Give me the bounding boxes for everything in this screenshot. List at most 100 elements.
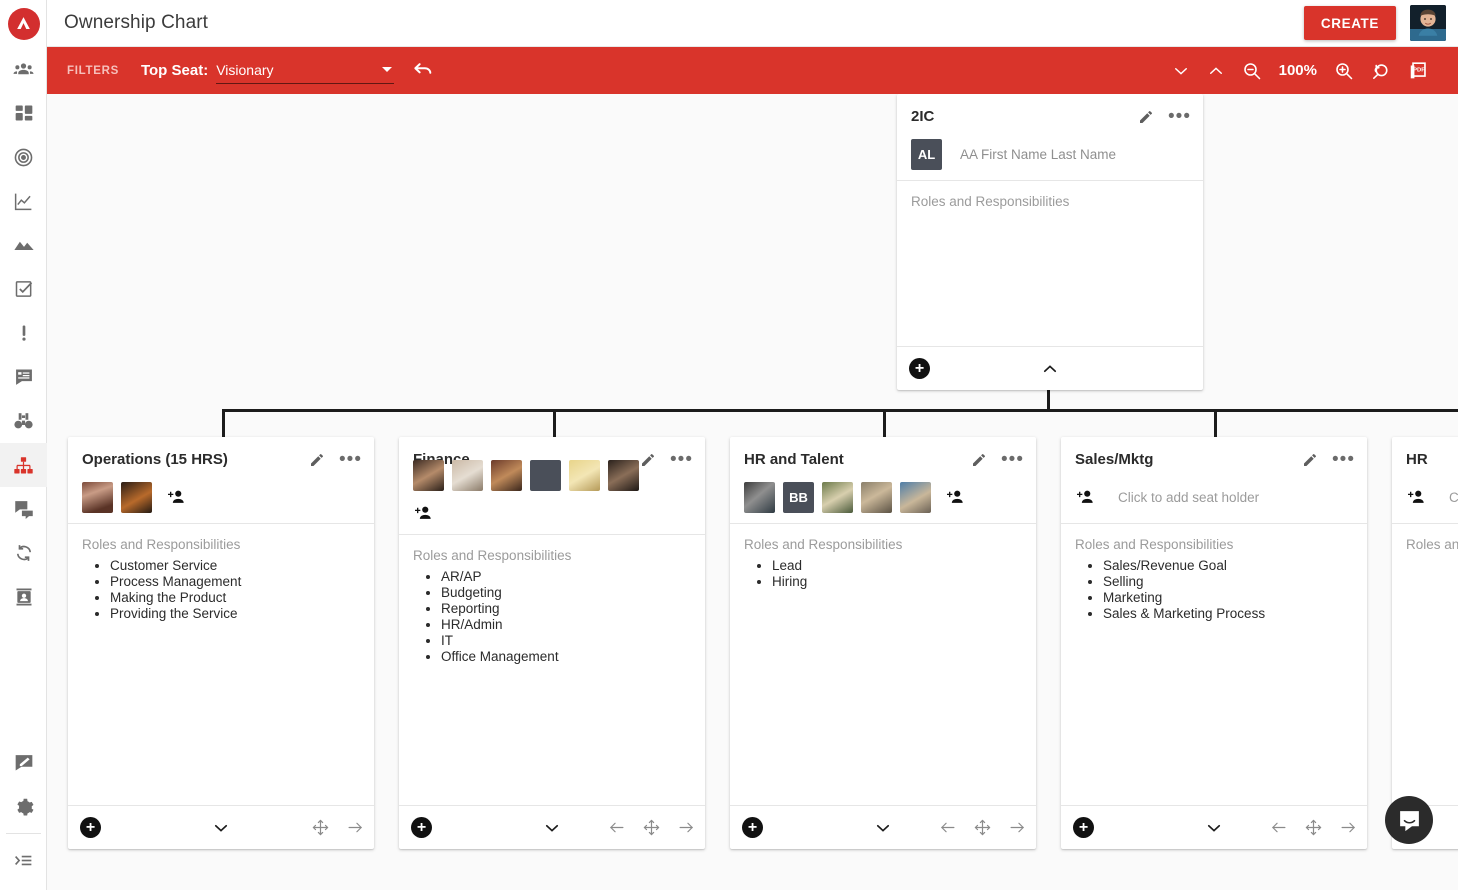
sidebar-item-rocks-target[interactable]: [0, 135, 47, 179]
avatar[interactable]: AL: [911, 139, 942, 170]
app-logo[interactable]: [0, 0, 47, 47]
sidebar-item-meetings[interactable]: [0, 355, 47, 399]
sidebar-item-conversations[interactable]: [0, 487, 47, 531]
zoom-in-icon[interactable]: [1334, 61, 1354, 81]
more-options-icon[interactable]: •••: [339, 455, 362, 465]
sidebar-item-vto-binoculars[interactable]: [0, 399, 47, 443]
arrow-left-icon[interactable]: [608, 819, 625, 836]
add-seat-icon[interactable]: +: [411, 817, 432, 838]
pencil-icon[interactable]: [309, 452, 325, 468]
svg-text:PDF: PDF: [1413, 67, 1425, 73]
sidebar-item-people-group[interactable]: [0, 47, 47, 91]
chevron-down-icon[interactable]: [212, 819, 230, 837]
sidebar-item-sync[interactable]: [0, 531, 47, 575]
sidebar-item-issues[interactable]: [0, 311, 47, 355]
chevron-down-icon[interactable]: [1205, 819, 1223, 837]
card-seat-holders[interactable]: C: [1392, 482, 1458, 524]
pdf-icon[interactable]: PDF: [1408, 60, 1430, 82]
add-seat-icon[interactable]: +: [909, 358, 930, 379]
zoom-out-icon[interactable]: [1242, 61, 1262, 81]
add-person-icon[interactable]: [1406, 487, 1427, 508]
arrow-right-icon[interactable]: [1340, 819, 1357, 836]
sidebar-item-directory[interactable]: [0, 575, 47, 619]
add-person-icon[interactable]: [166, 487, 187, 508]
arrow-right-icon[interactable]: [347, 819, 364, 836]
avatar[interactable]: [530, 460, 561, 491]
sidebar-item-todos[interactable]: [0, 267, 47, 311]
seat-placeholder[interactable]: Click to add seat holder: [1118, 490, 1259, 505]
pencil-icon[interactable]: [1138, 109, 1154, 125]
move-icon[interactable]: [643, 819, 660, 836]
avatar[interactable]: [413, 460, 444, 491]
sidebar-item-feedback[interactable]: [0, 741, 47, 785]
card-seat-holders[interactable]: BB: [730, 482, 1036, 524]
org-card[interactable]: Sales/Mktg ••• Click to add seat holder …: [1061, 437, 1367, 849]
add-seat-icon[interactable]: +: [742, 817, 763, 838]
sidebar-item-settings[interactable]: [0, 785, 47, 829]
avatar[interactable]: [569, 460, 600, 491]
card-seat-holders[interactable]: Click to add seat holder: [1061, 482, 1367, 524]
add-person-icon[interactable]: [1075, 487, 1096, 508]
org-chart-canvas[interactable]: 2IC ••• AL AA First Name Last Name Roles…: [47, 94, 1458, 890]
card-seat-holders[interactable]: [399, 460, 705, 535]
add-seat-icon[interactable]: +: [1073, 817, 1094, 838]
sidebar-item-collapse-rail[interactable]: [0, 838, 47, 882]
more-options-icon[interactable]: •••: [1001, 455, 1024, 465]
sidebar-item-dashboard[interactable]: [0, 91, 47, 135]
pencil-icon[interactable]: [1302, 452, 1318, 468]
arrow-right-icon[interactable]: [1009, 819, 1026, 836]
chevron-down-icon[interactable]: [543, 819, 561, 837]
zoom-reset-icon[interactable]: [1371, 61, 1391, 81]
move-icon[interactable]: [974, 819, 991, 836]
role-item: Marketing: [1103, 590, 1353, 606]
card-seat-holders[interactable]: AL AA First Name Last Name: [897, 139, 1203, 181]
avatar[interactable]: [822, 482, 853, 513]
arrow-left-icon[interactable]: [1270, 819, 1287, 836]
avatar[interactable]: [608, 460, 639, 491]
card-seat-holders[interactable]: [68, 482, 374, 524]
avatar[interactable]: [861, 482, 892, 513]
arrow-right-icon[interactable]: [678, 819, 695, 836]
create-button[interactable]: CREATE: [1304, 6, 1396, 40]
expand-all-icon[interactable]: [1207, 62, 1225, 80]
chevron-down-icon[interactable]: [874, 819, 892, 837]
chevron-up-icon[interactable]: [1041, 360, 1059, 378]
more-options-icon[interactable]: •••: [1332, 455, 1355, 465]
avatar[interactable]: [491, 460, 522, 491]
role-item: IT: [441, 633, 691, 649]
add-person-icon[interactable]: [413, 503, 691, 524]
pencil-icon[interactable]: [971, 452, 987, 468]
topbar-actions: CREATE: [1304, 5, 1458, 41]
avatar[interactable]: [900, 482, 931, 513]
org-card-root[interactable]: 2IC ••• AL AA First Name Last Name Roles…: [897, 94, 1203, 390]
top-seat-select[interactable]: Visionary: [216, 58, 394, 84]
org-card[interactable]: Operations (15 HRS) ••• Roles and Respon…: [68, 437, 374, 849]
undo-icon[interactable]: [412, 60, 434, 82]
sidebar-item-org-chart[interactable]: [0, 443, 47, 487]
avatar[interactable]: [121, 482, 152, 513]
avatar[interactable]: [1410, 5, 1446, 41]
arrow-left-icon[interactable]: [939, 819, 956, 836]
sidebar-item-vision[interactable]: [0, 223, 47, 267]
org-card[interactable]: Finance ••• Roles and Responsibilities A…: [399, 437, 705, 849]
card-body: Roles and Responsibilities Sales/Revenue…: [1061, 524, 1367, 805]
avatar[interactable]: [452, 460, 483, 491]
seat-placeholder[interactable]: C: [1449, 490, 1458, 505]
connector-drop-1: [222, 409, 225, 437]
avatar[interactable]: [82, 482, 113, 513]
avatar[interactable]: BB: [783, 482, 814, 513]
avatar-initials: [530, 460, 561, 491]
add-person-icon[interactable]: [945, 487, 966, 508]
roles-list: AR/APBudgetingReportingHR/AdminITOffice …: [413, 569, 691, 665]
sidebar-item-scorecard[interactable]: [0, 179, 47, 223]
add-seat-icon[interactable]: +: [80, 817, 101, 838]
org-card[interactable]: HR ••• C Roles an +: [1392, 437, 1458, 849]
role-item: Process Management: [110, 574, 360, 590]
avatar[interactable]: [744, 482, 775, 513]
move-icon[interactable]: [1305, 819, 1322, 836]
org-card[interactable]: HR and Talent ••• BB Roles and Responsib…: [730, 437, 1036, 849]
move-icon[interactable]: [312, 819, 329, 836]
intercom-chat-icon[interactable]: [1385, 796, 1433, 844]
more-options-icon[interactable]: •••: [1168, 112, 1191, 122]
collapse-all-icon[interactable]: [1172, 62, 1190, 80]
